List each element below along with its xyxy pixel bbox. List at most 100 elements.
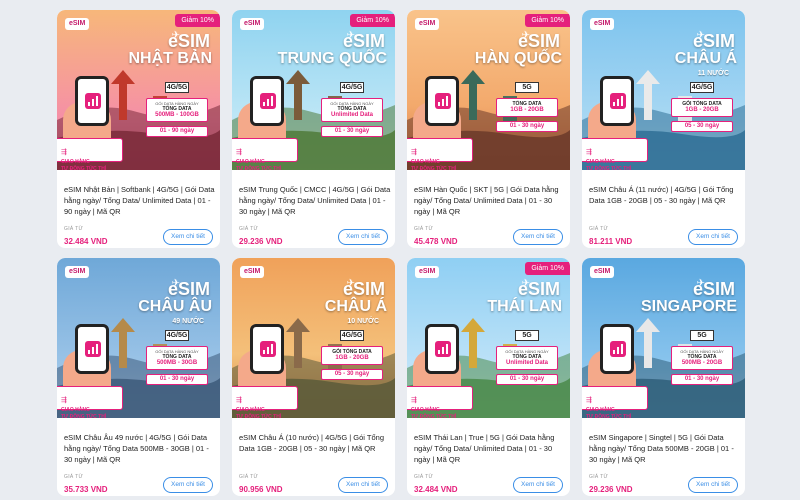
- data-box: GÓI DATA HÀNG NGÀY TỔNG DATA 500MB - 20GB: [671, 346, 733, 370]
- package-info: 4G/5G GÓI DATA HÀNG NGÀY TỔNG DATA 500MB - …: [146, 82, 208, 162]
- esim-logo: eSIM: [415, 18, 440, 30]
- product-title[interactable]: eSIM Hàn Quốc | SKT | 5G | Gói Data hằng…: [414, 184, 566, 217]
- signal-icon: [260, 93, 276, 109]
- signal-icon: [435, 341, 451, 357]
- delivery-line1: GIAO HÀNG: [411, 407, 440, 413]
- esim-logo: eSIM: [415, 266, 440, 278]
- duration-badge: 01 - 30 ngày: [671, 374, 733, 385]
- delivery-line2: TỰ ĐỘNG TỨC THÌ: [61, 166, 107, 170]
- product-title[interactable]: eSIM Châu Á (10 nước) | 4G/5G | Gói Tổng…: [239, 432, 391, 454]
- product-title[interactable]: eSIM Trung Quốc | CMCC | 4G/5G | Gói Dat…: [239, 184, 391, 217]
- package-info: 5G GÓI DATA HÀNG NGÀY TỔNG DATA Unlimited D…: [496, 330, 558, 410]
- delivery-line1: GIAO HÀNG: [236, 159, 265, 165]
- data-value: 500MB - 20GB: [681, 360, 723, 366]
- truck-icon: ⇶: [236, 397, 242, 404]
- product-title[interactable]: eSIM Singapore | Singtel | 5G | Gói Data…: [589, 432, 741, 465]
- banner-esim-text: eSIM: [167, 279, 210, 299]
- banner-country-count: 49 NƯỚC: [172, 318, 204, 325]
- delivery-line1: GIAO HÀNG: [61, 159, 90, 165]
- phone-icon: [250, 324, 284, 374]
- banner-country-count: 11 NƯỚC: [697, 70, 729, 77]
- phone-icon: [75, 76, 109, 126]
- view-details-button[interactable]: Xem chi tiết: [513, 229, 563, 245]
- discount-badge: Giảm 10%: [525, 262, 570, 275]
- product-title[interactable]: eSIM Châu Âu 49 nước | 4G/5G | Gói Data …: [64, 432, 216, 465]
- banner-esim-text: eSIM: [692, 279, 735, 299]
- product-card[interactable]: eSIM Giảm 10% ✈ eSIM THÁI LAN 5G GÓI DATA HÀNG…: [407, 258, 570, 496]
- product-card[interactable]: eSIM Giảm 10% ✈ eSIM TRUNG QUỐC 4G/5G GÓI DATA…: [232, 10, 395, 248]
- signal-icon: [435, 93, 451, 109]
- price-from-label: GIÁ TỪ: [414, 474, 434, 480]
- esim-logo: eSIM: [590, 266, 615, 278]
- product-banner[interactable]: eSIM Giảm 10% ✈ eSIM NHẬT BẢN 4G/5G GÓI DATA H…: [57, 10, 220, 170]
- product-banner[interactable]: eSIM ✈ eSIM CHÂU Á 11 NƯỚC 4G/5G GÓI TỔNG DATA…: [582, 10, 745, 170]
- delivery-badge: ⇶ GIAO HÀNG TỰ ĐỘNG TỨC THÌ: [407, 386, 473, 418]
- phone-icon: [600, 76, 634, 126]
- duration-badge: 01 - 30 ngày: [496, 374, 558, 385]
- view-details-button[interactable]: Xem chi tiết: [338, 229, 388, 245]
- phone-icon: [425, 76, 459, 126]
- product-title[interactable]: eSIM Nhật Bản | Softbank | 4G/5G | Gói D…: [64, 184, 216, 217]
- product-title[interactable]: eSIM Châu Á (11 nước) | 4G/5G | Gói Tổng…: [589, 184, 741, 206]
- data-box: GÓI TỔNG DATA 1GB - 20GB: [321, 346, 383, 365]
- product-banner[interactable]: eSIM Giảm 10% ✈ eSIM HÀN QUỐC 5G TỔNG DATA 1GB …: [407, 10, 570, 170]
- view-details-button[interactable]: Xem chi tiết: [688, 477, 738, 493]
- network-badge: 4G/5G: [165, 82, 189, 93]
- signal-icon: [85, 93, 101, 109]
- price-from-label: GIÁ TỪ: [414, 226, 434, 232]
- product-card[interactable]: eSIM ✈ eSIM SINGAPORE 5G GÓI DATA HÀNG NGÀY TỔ…: [582, 258, 745, 496]
- banner-esim-text: eSIM: [167, 31, 210, 51]
- product-card[interactable]: eSIM Giảm 10% ✈ eSIM NHẬT BẢN 4G/5G GÓI DATA H…: [57, 10, 220, 248]
- product-card[interactable]: eSIM Giảm 10% ✈ eSIM HÀN QUỐC 5G TỔNG DATA 1GB …: [407, 10, 570, 248]
- data-value: 500MB - 30GB: [156, 360, 198, 366]
- price: 81.211 VND: [589, 237, 633, 246]
- product-banner[interactable]: eSIM Giảm 10% ✈ eSIM TRUNG QUỐC 4G/5G GÓI DATA…: [232, 10, 395, 170]
- data-box: GÓI TỔNG DATA 1GB - 20GB: [671, 98, 733, 117]
- truck-icon: ⇶: [586, 149, 592, 156]
- price: 29.236 VND: [589, 485, 633, 494]
- data-box: GÓI DATA HÀNG NGÀY TỔNG DATA Unlimited Dat…: [496, 346, 558, 370]
- banner-esim-text: eSIM: [692, 31, 735, 51]
- price: 35.733 VND: [64, 485, 108, 494]
- product-card[interactable]: eSIM ✈ eSIM CHÂU Á 10 NƯỚC 4G/5G GÓI TỔNG DATA…: [232, 258, 395, 496]
- banner-esim-text: eSIM: [517, 279, 560, 299]
- product-banner[interactable]: eSIM ✈ eSIM CHÂU Á 10 NƯỚC 4G/5G GÓI TỔNG DATA…: [232, 258, 395, 418]
- signal-icon: [610, 93, 626, 109]
- package-info: 5G GÓI DATA HÀNG NGÀY TỔNG DATA 500MB - 20G…: [671, 330, 733, 410]
- view-details-button[interactable]: Xem chi tiết: [163, 229, 213, 245]
- delivery-line2: TỰ ĐỘNG TỨC THÌ: [411, 414, 457, 418]
- data-box: GÓI DATA HÀNG NGÀY TỔNG DATA 500MB - 100GB: [146, 98, 208, 122]
- product-banner[interactable]: eSIM ✈ eSIM CHÂU ÂU 49 NƯỚC 4G/5G GÓI DATA HÀN…: [57, 258, 220, 418]
- duration-badge: 05 - 30 ngày: [671, 121, 733, 132]
- data-value: 1GB - 20GB: [685, 107, 719, 113]
- signal-icon: [260, 341, 276, 357]
- product-card[interactable]: eSIM ✈ eSIM CHÂU Á 11 NƯỚC 4G/5G GÓI TỔNG DATA…: [582, 10, 745, 248]
- banner-country: CHÂU Á: [324, 298, 387, 315]
- esim-logo: eSIM: [65, 266, 90, 278]
- view-details-button[interactable]: Xem chi tiết: [163, 477, 213, 493]
- price-from-label: GIÁ TỪ: [589, 474, 609, 480]
- delivery-line2: TỰ ĐỘNG TỨC THÌ: [586, 414, 632, 418]
- product-card[interactable]: eSIM ✈ eSIM CHÂU ÂU 49 NƯỚC 4G/5G GÓI DATA HÀN…: [57, 258, 220, 496]
- price-from-label: GIÁ TỪ: [64, 474, 84, 480]
- product-title[interactable]: eSIM Thái Lan | True | 5G | Gói Data hằn…: [414, 432, 566, 465]
- duration-badge: 01 - 30 ngày: [321, 126, 383, 137]
- product-banner[interactable]: eSIM Giảm 10% ✈ eSIM THÁI LAN 5G GÓI DATA HÀNG…: [407, 258, 570, 418]
- product-banner[interactable]: eSIM ✈ eSIM SINGAPORE 5G GÓI DATA HÀNG NGÀY TỔ…: [582, 258, 745, 418]
- view-details-button[interactable]: Xem chi tiết: [688, 229, 738, 245]
- banner-country: TRUNG QUỐC: [277, 50, 387, 67]
- delivery-badge: ⇶ GIAO HÀNG TỰ ĐỘNG TỨC THÌ: [407, 138, 473, 170]
- duration-badge: 01 - 90 ngày: [146, 126, 208, 137]
- delivery-line2: TỰ ĐỘNG TỨC THÌ: [586, 166, 632, 170]
- truck-icon: ⇶: [61, 149, 67, 156]
- truck-icon: ⇶: [236, 149, 242, 156]
- price: 90.956 VND: [239, 485, 283, 494]
- package-info: 4G/5G GÓI TỔNG DATA 1GB - 20GB 05 - 30 ngày: [671, 82, 733, 162]
- delivery-line1: GIAO HÀNG: [586, 407, 615, 413]
- data-value: Unlimited Data: [330, 112, 373, 118]
- price-from-label: GIÁ TỪ: [64, 226, 84, 232]
- view-details-button[interactable]: Xem chi tiết: [513, 477, 563, 493]
- view-details-button[interactable]: Xem chi tiết: [338, 477, 388, 493]
- delivery-badge: ⇶ GIAO HÀNG TỰ ĐỘNG TỨC THÌ: [582, 386, 648, 418]
- truck-icon: ⇶: [61, 397, 67, 404]
